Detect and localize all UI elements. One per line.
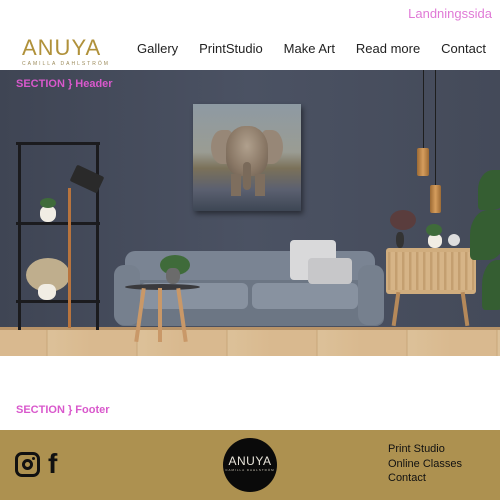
site-logo[interactable]: ANUYA CAMILLA DAHLSTRÖM (22, 35, 110, 68)
footer-links: Print Studio Online Classes Contact (388, 442, 462, 486)
section-footer-label: SECTION } Footer (16, 404, 110, 416)
main-nav: Gallery PrintStudio Make Art Read more C… (137, 41, 486, 56)
section-header-label: SECTION } Header (16, 78, 113, 90)
logo-tagline: CAMILLA DAHLSTRÖM (22, 61, 110, 67)
footer-link-print-studio[interactable]: Print Studio (388, 442, 462, 457)
nav-item-read-more[interactable]: Read more (356, 41, 420, 56)
social-links: f (15, 450, 57, 478)
instagram-icon[interactable] (15, 451, 40, 477)
nav-item-gallery[interactable]: Gallery (137, 41, 178, 56)
footer-link-contact[interactable]: Contact (388, 471, 462, 486)
nav-item-contact[interactable]: Contact (441, 41, 486, 56)
footer-logo-tagline: CAMILLA DAHLSTRÖM (225, 468, 275, 472)
logo-name: ANUYA (22, 35, 102, 60)
nav-item-printstudio[interactable]: PrintStudio (199, 41, 263, 56)
footer-logo[interactable]: ANUYA CAMILLA DAHLSTRÖM (223, 438, 277, 492)
elephant-painting (193, 104, 301, 211)
nav-item-make-art[interactable]: Make Art (284, 41, 335, 56)
footer-logo-name: ANUYA (228, 454, 272, 468)
facebook-icon[interactable]: f (48, 450, 57, 478)
landing-page-link[interactable]: Landningssida (408, 6, 492, 21)
footer-link-online-classes[interactable]: Online Classes (388, 457, 462, 472)
hero-image (0, 70, 500, 356)
